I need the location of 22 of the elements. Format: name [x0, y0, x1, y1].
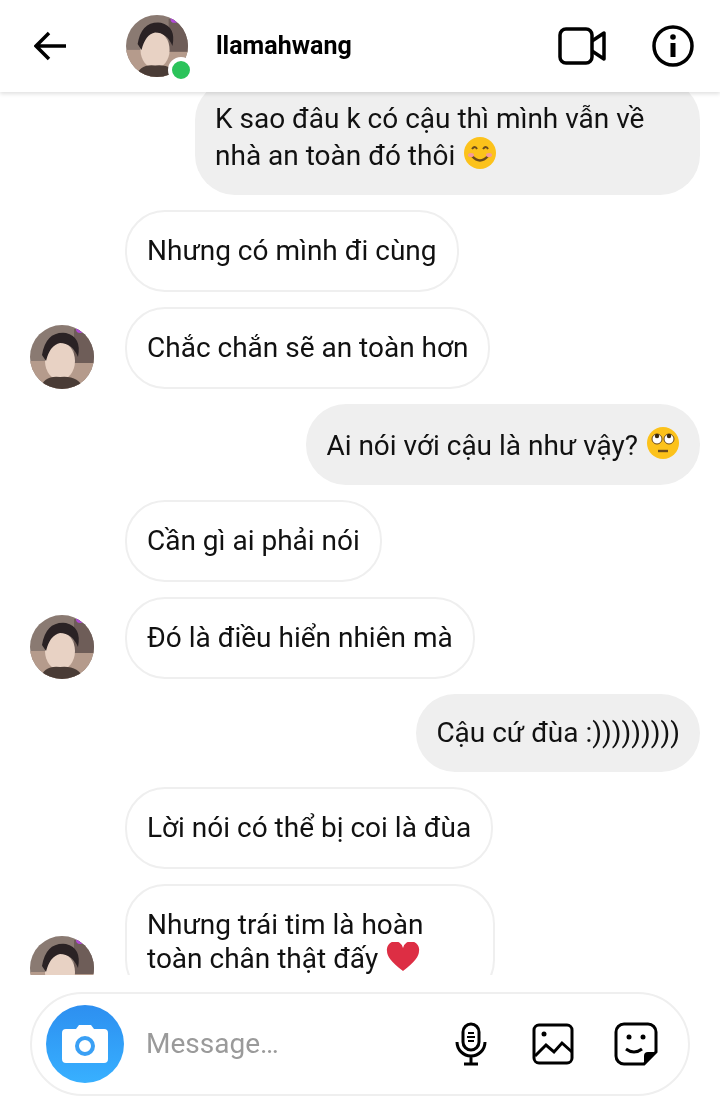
camera-icon — [62, 1025, 108, 1063]
message-bubble: Nhưng có mình đi cùng — [125, 210, 459, 292]
eye-roll-face-icon — [646, 426, 680, 460]
message-bubble: Cần gì ai phải nói — [125, 500, 382, 582]
message-bubble: Ai nói với cậu là như vậy? — [306, 404, 700, 485]
message-bubble: Cậu cứ đùa :))))))))) — [416, 694, 700, 772]
microphone-icon[interactable] — [454, 1022, 488, 1066]
camera-button[interactable] — [46, 1005, 124, 1083]
message-bubble: Nhưng trái tim là hoàn toàn chân thật đấy — [125, 884, 495, 975]
message-bubble: Lời nói có thể bị coi là đùa — [125, 787, 494, 869]
message-bubble: Chắc chắn sẽ an toàn hơn — [125, 307, 491, 389]
message-bubble: K sao đâu k có cậu thì mình vẫn về nhà an toàn đó thôi — [195, 92, 700, 195]
message-field[interactable]: Message… — [146, 1023, 454, 1065]
info-icon[interactable] — [652, 25, 694, 67]
sticker-icon[interactable] — [614, 1022, 658, 1066]
smiling-face-icon — [463, 136, 498, 170]
username[interactable]: llamahwang — [216, 27, 352, 65]
image-icon[interactable] — [532, 1023, 574, 1065]
back-arrow-icon[interactable] — [34, 31, 68, 61]
message-bubble: Đó là điều hiển nhiên mà — [125, 597, 475, 679]
video-camera-icon[interactable] — [558, 27, 606, 65]
heart-icon — [386, 942, 421, 972]
